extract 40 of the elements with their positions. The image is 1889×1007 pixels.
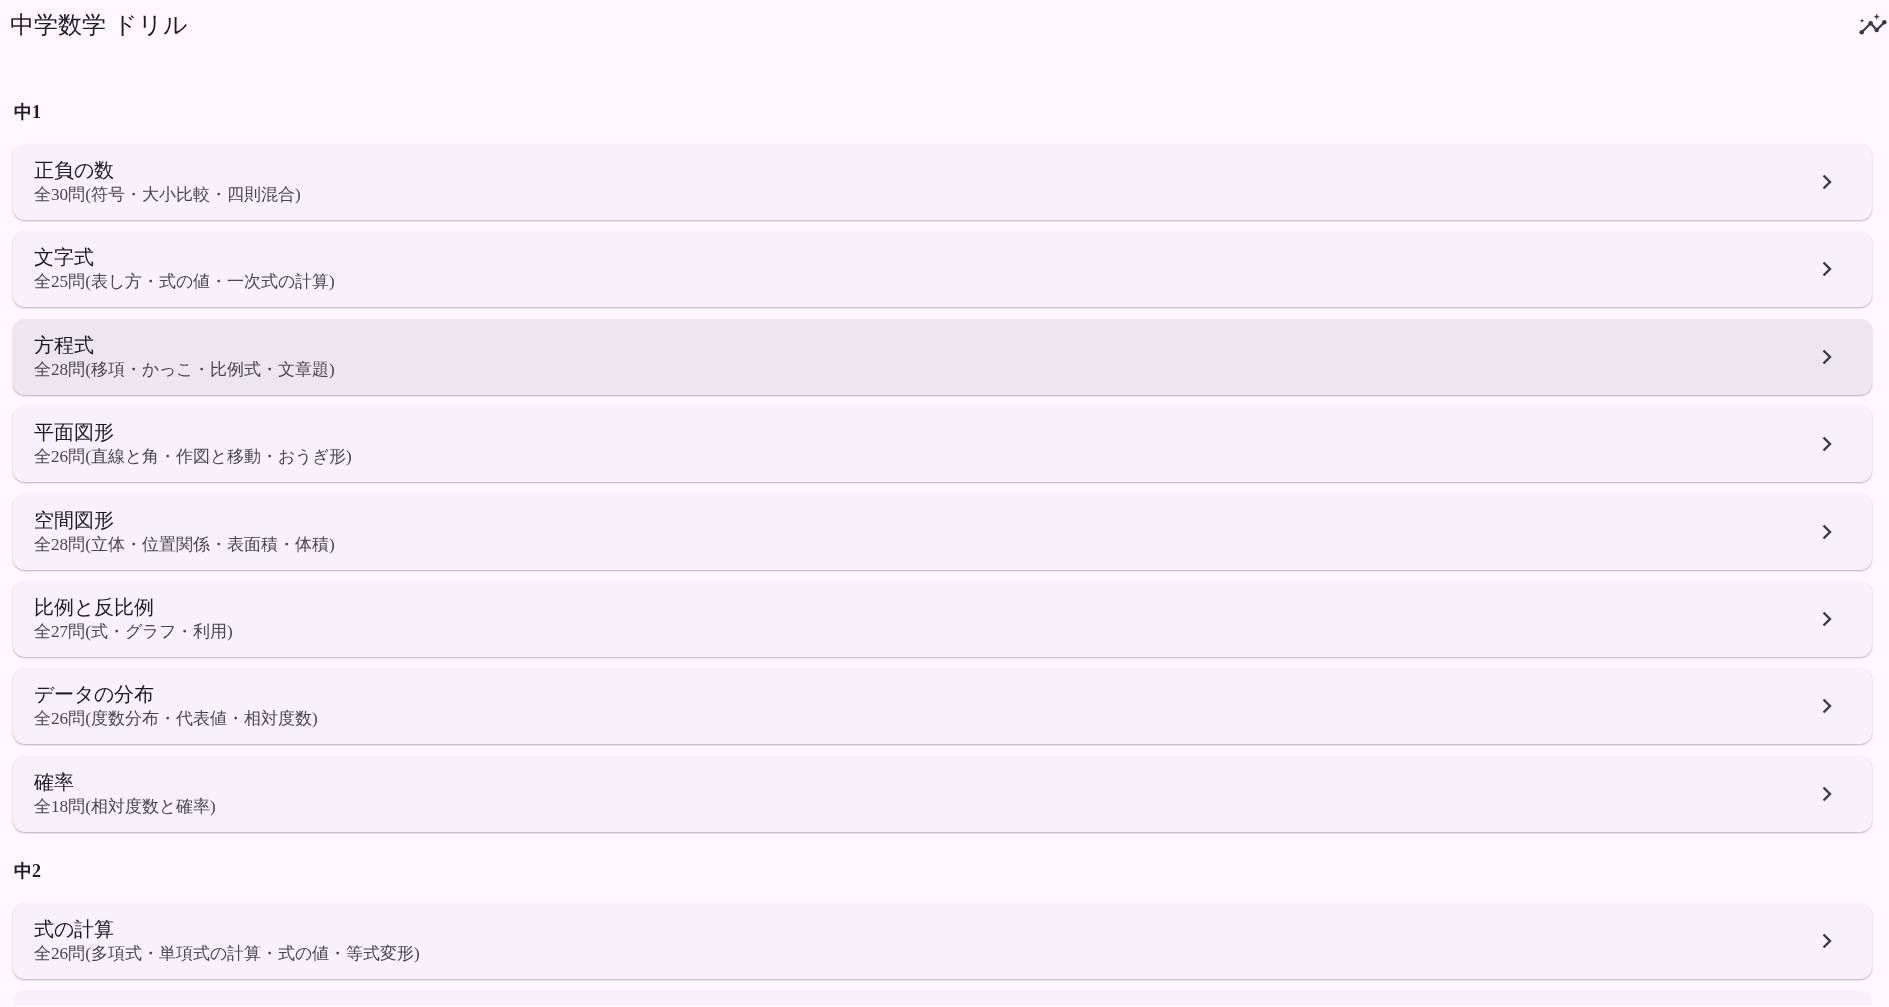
item-subtitle: 全25問(表し方・式の値・一次式の計算) xyxy=(34,272,336,293)
item-title: 文字式 xyxy=(34,246,95,269)
item-subtitle: 全30問(符号・大小比較・四則混合) xyxy=(34,185,302,205)
chevron-right-icon xyxy=(1822,698,1832,715)
list-item[interactable]: 確率 全18問(相対度数と確率) xyxy=(13,755,1872,832)
list-item[interactable]: 方程式 全28問(移項・かっこ・比例式・文章題) xyxy=(13,318,1872,395)
chevron-right-icon xyxy=(1822,348,1832,365)
item-title: 確率 xyxy=(34,770,75,793)
chevron-right-icon xyxy=(1822,523,1832,540)
chevron-right-icon xyxy=(1822,261,1832,278)
list-item[interactable]: 平面図形 全26問(直線と角・作図と移動・おうぎ形) xyxy=(13,406,1872,483)
list-item[interactable]: 文字式 全25問(表し方・式の値・一次式の計算) xyxy=(13,231,1872,308)
item-title: 方程式 xyxy=(34,333,95,356)
app-title: 中学数学 ドリル xyxy=(10,11,188,40)
item-title: 比例と反比例 xyxy=(34,595,155,618)
item-subtitle: 全18問(相対度数と確率) xyxy=(34,796,217,817)
item-title: データの分布 xyxy=(34,683,155,706)
chart-sparkle-icon[interactable] xyxy=(1859,12,1887,36)
item-subtitle: 全26問(度数分布・代表値・相対度数) xyxy=(34,709,319,730)
item-title: 平面図形 xyxy=(34,421,115,444)
item-subtitle: 全28問(移項・かっこ・比例式・文章題) xyxy=(34,359,336,380)
chevron-right-icon xyxy=(1822,785,1832,802)
list-item[interactable]: 正負の数 全30問(符号・大小比較・四則混合) xyxy=(13,144,1872,220)
item-subtitle: 全27問(式・グラフ・利用) xyxy=(34,621,234,642)
item-title: 正負の数 xyxy=(34,159,115,181)
chevron-right-icon xyxy=(1822,436,1832,453)
item-subtitle: 全26問(直線と角・作図と移動・おうぎ形) xyxy=(34,447,353,468)
item-title: 式の計算 xyxy=(34,917,115,940)
item-subtitle: 全28問(立体・位置関係・表面積・体積) xyxy=(34,534,336,555)
list-item[interactable]: 空間図形 全28問(立体・位置関係・表面積・体積) xyxy=(13,493,1872,570)
section-heading: 中1 xyxy=(14,101,42,124)
chevron-right-icon xyxy=(1822,610,1832,627)
list-item[interactable]: データの分布 全26問(度数分布・代表値・相対度数) xyxy=(13,668,1872,745)
list-item[interactable]: 式の計算 全26問(多項式・単項式の計算・式の値・等式変形) xyxy=(13,902,1872,979)
item-subtitle: 全26問(多項式・単項式の計算・式の値・等式変形) xyxy=(34,943,421,964)
chevron-right-icon xyxy=(1822,174,1832,190)
section-heading: 中2 xyxy=(14,859,42,883)
item-title: 空間図形 xyxy=(34,508,115,531)
chevron-right-icon xyxy=(1822,932,1832,949)
list-item[interactable]: 比例と反比例 全27問(式・グラフ・利用) xyxy=(13,580,1872,657)
